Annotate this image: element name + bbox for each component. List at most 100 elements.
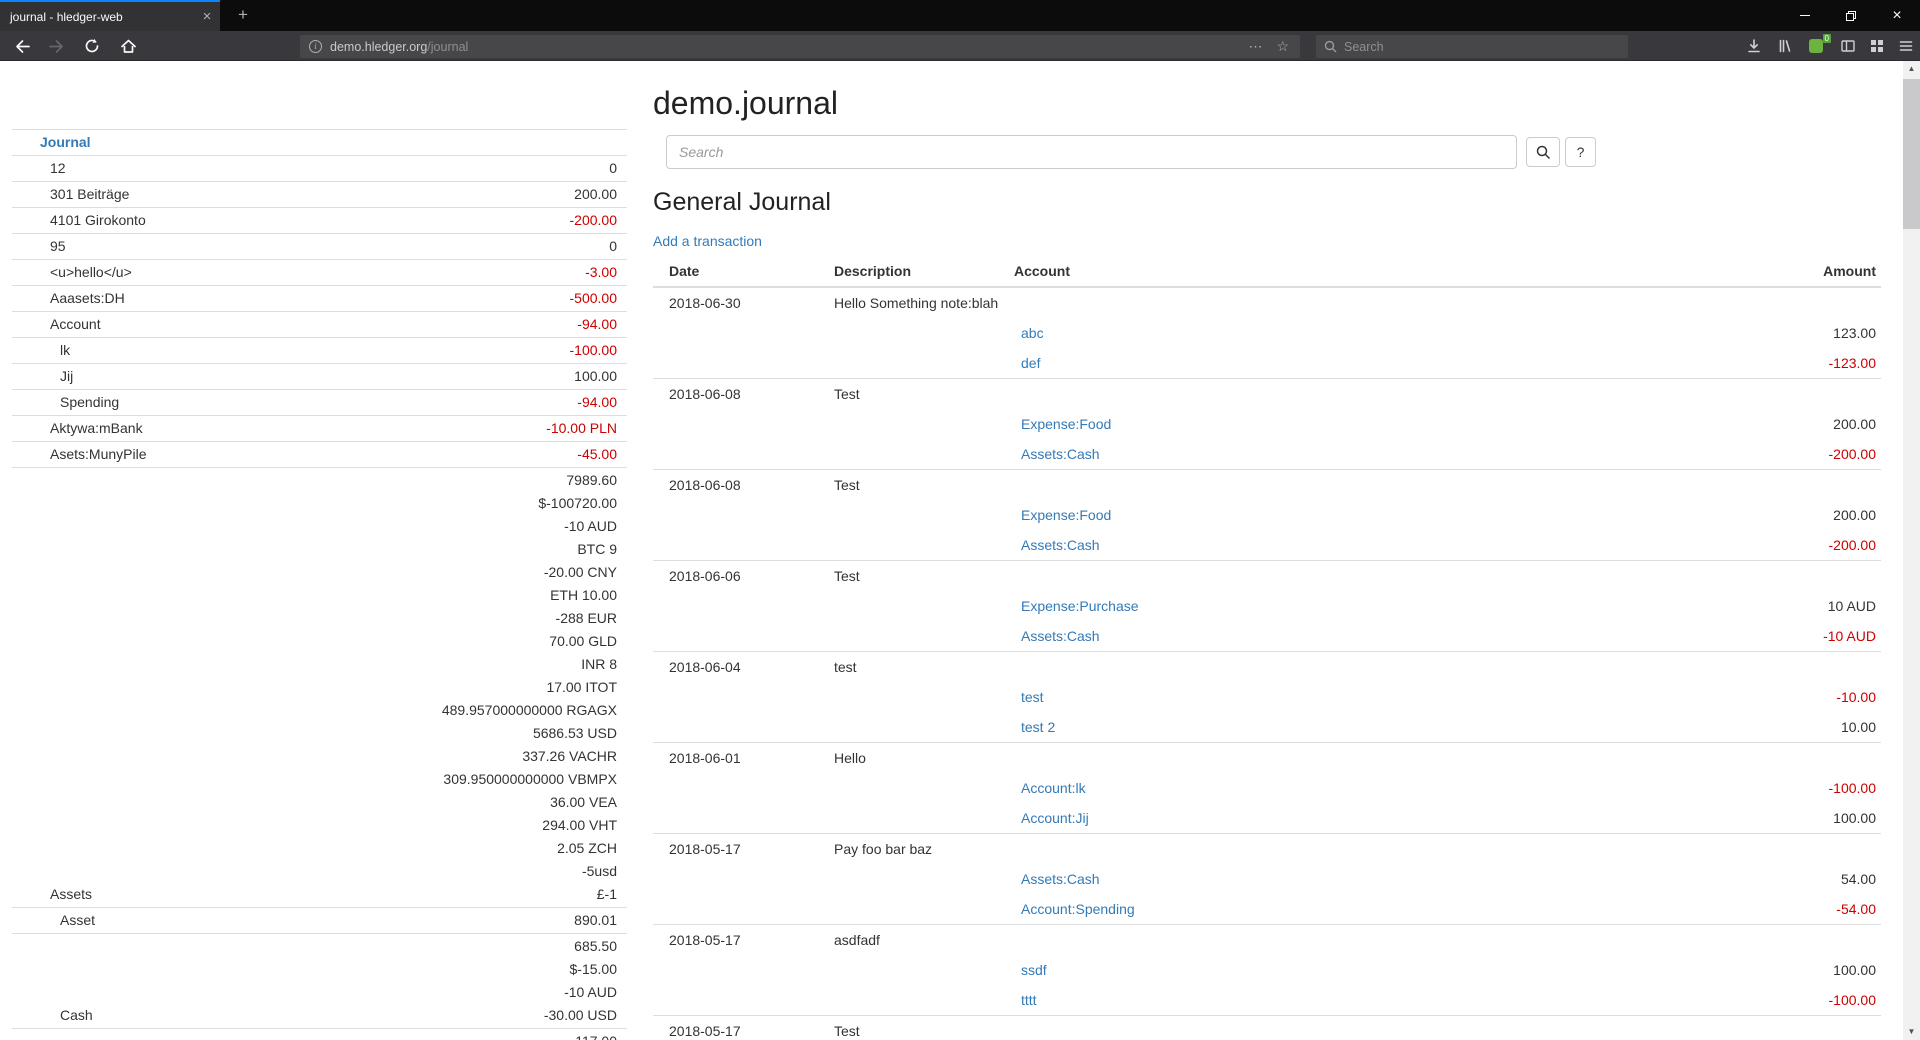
balance-amount: 70.00 GLD <box>271 630 617 653</box>
scrollbar-thumb[interactable] <box>1903 79 1920 229</box>
posting-account-link[interactable]: tttt <box>1021 992 1037 1008</box>
empty-cell <box>1014 651 1454 682</box>
sidebar-account-name[interactable]: Aaasets:DH <box>12 286 271 312</box>
posting-account-link[interactable]: Expense:Purchase <box>1021 598 1139 614</box>
apps-grid-button[interactable] <box>1863 34 1891 58</box>
posting-account-link[interactable]: Account:Spending <box>1021 901 1135 917</box>
reload-icon <box>84 38 100 54</box>
page-actions-icon[interactable]: ⋯ <box>1241 38 1269 55</box>
url-bar[interactable]: i demo.hledger.org/journal ⋯ ☆ <box>300 35 1300 58</box>
window-restore-button[interactable] <box>1828 0 1874 31</box>
search-help-button[interactable]: ? <box>1565 137 1596 167</box>
balance-amount: 0 <box>271 157 617 180</box>
transaction-row[interactable]: 2018-06-30 Hello Something note:blah <box>653 287 1881 318</box>
posting-row: test -10.00 <box>653 682 1881 712</box>
browser-search-bar[interactable]: Search <box>1316 35 1628 58</box>
sidebar-account-row: Asset 890.01 <box>12 908 627 934</box>
sidebar-account-name[interactable]: 12 <box>12 156 271 182</box>
transaction-row[interactable]: 2018-06-06 Test <box>653 560 1881 591</box>
posting-account-link[interactable]: Assets:Cash <box>1021 537 1100 553</box>
reload-button[interactable] <box>78 34 106 58</box>
sidebar-account-name[interactable]: Cash <box>12 934 271 1029</box>
menu-button[interactable] <box>1892 34 1920 58</box>
posting-row: Expense:Food 200.00 <box>653 500 1881 530</box>
transaction-row[interactable]: 2018-05-17 Test <box>653 1015 1881 1040</box>
scroll-down-arrow[interactable]: ▼ <box>1903 1024 1920 1040</box>
balance-amount: -20.00 CNY <box>271 561 617 584</box>
posting-account-link[interactable]: Expense:Food <box>1021 416 1111 432</box>
empty-cell <box>653 409 834 439</box>
empty-cell <box>653 318 834 348</box>
balance-amount: -500.00 <box>271 287 617 310</box>
tab-close-icon[interactable]: × <box>194 8 220 25</box>
transaction-date: 2018-05-17 <box>653 924 834 955</box>
balance-amount: -94.00 <box>271 313 617 336</box>
empty-cell <box>1014 1015 1454 1040</box>
journal-search-button[interactable] <box>1526 137 1560 167</box>
posting-account-link[interactable]: Assets:Cash <box>1021 871 1100 887</box>
posting-account-link[interactable]: Account:lk <box>1021 780 1086 796</box>
sidebar-account-name[interactable]: Spending <box>12 390 271 416</box>
empty-cell <box>834 621 1014 652</box>
window-minimize-button[interactable] <box>1782 0 1828 31</box>
posting-row: abc 123.00 <box>653 318 1881 348</box>
transaction-row[interactable]: 2018-06-08 Test <box>653 378 1881 409</box>
posting-account-link[interactable]: Account:Jij <box>1021 810 1089 826</box>
posting-account-link[interactable]: def <box>1021 355 1040 371</box>
add-transaction-link[interactable]: Add a transaction <box>653 231 762 251</box>
balance-amount: INR 8 <box>271 653 617 676</box>
posting-amount: 123.00 <box>1454 318 1881 348</box>
sidebar-account-row: 4101 Girokonto -200.00 <box>12 208 627 234</box>
scroll-up-arrow[interactable]: ▲ <box>1903 61 1920 77</box>
posting-account-link[interactable]: abc <box>1021 325 1044 341</box>
journal-search-input[interactable] <box>666 135 1517 169</box>
col-amount: Amount <box>1454 256 1881 287</box>
library-button[interactable] <box>1771 34 1799 58</box>
posting-account-link[interactable]: test <box>1021 689 1044 705</box>
sidebar-account-name[interactable]: lk <box>12 338 271 364</box>
journal-search-form: ? <box>666 135 1881 169</box>
empty-cell <box>834 712 1014 743</box>
sidebar-account-name[interactable]: Asset <box>12 908 271 934</box>
transaction-date: 2018-06-30 <box>653 287 834 318</box>
posting-account-link[interactable]: Expense:Food <box>1021 507 1111 523</box>
page-scrollbar[interactable]: ▲ ▼ <box>1903 61 1920 1040</box>
transaction-row[interactable]: 2018-06-01 Hello <box>653 742 1881 773</box>
sidebar-account-name[interactable]: Jij <box>12 364 271 390</box>
sidebar-account-name[interactable]: 95 <box>12 234 271 260</box>
extension-button[interactable]: 0 <box>1803 34 1831 58</box>
posting-account-link[interactable]: test 2 <box>1021 719 1055 735</box>
transaction-row[interactable]: 2018-05-17 Pay foo bar baz <box>653 833 1881 864</box>
window-close-button[interactable]: × <box>1874 0 1920 31</box>
sidebar-account-name[interactable] <box>12 1029 271 1040</box>
empty-cell <box>834 864 1014 894</box>
sidebar-account-name[interactable]: Assets <box>12 468 271 908</box>
sidebar-account-name[interactable]: 4101 Girokonto <box>12 208 271 234</box>
posting-account-link[interactable]: ssdf <box>1021 962 1047 978</box>
back-button[interactable] <box>8 34 36 58</box>
site-info-icon[interactable]: i <box>309 40 322 53</box>
sidebar-account-row: Aktywa:mBank -10.00 PLN <box>12 416 627 442</box>
home-button[interactable] <box>114 34 142 58</box>
empty-cell <box>1014 378 1454 409</box>
new-tab-button[interactable]: + <box>228 0 258 31</box>
sidebar-journal-link[interactable]: Journal <box>12 130 627 156</box>
browser-tab[interactable]: journal - hledger-web × <box>0 0 220 31</box>
posting-account-link[interactable]: Assets:Cash <box>1021 628 1100 644</box>
sidebar-account-name[interactable]: 301 Beiträge <box>12 182 271 208</box>
sidebar-account-name[interactable]: Asets:MunyPile <box>12 442 271 468</box>
sidebar-account-name[interactable]: Account <box>12 312 271 338</box>
forward-button[interactable] <box>42 34 70 58</box>
sidebar-account-name[interactable]: Aktywa:mBank <box>12 416 271 442</box>
empty-cell <box>653 894 834 925</box>
sidebar-account-row: Account -94.00 <box>12 312 627 338</box>
sidebar-toggle-button[interactable] <box>1834 34 1862 58</box>
transaction-row[interactable]: 2018-06-04 test <box>653 651 1881 682</box>
transaction-row[interactable]: 2018-05-17 asdfadf <box>653 924 1881 955</box>
bookmark-star-icon[interactable]: ☆ <box>1269 38 1296 55</box>
posting-account-link[interactable]: Assets:Cash <box>1021 446 1100 462</box>
posting-amount: 10.00 <box>1454 712 1881 743</box>
sidebar-account-name[interactable]: <u>hello</u> <box>12 260 271 286</box>
downloads-button[interactable] <box>1740 34 1768 58</box>
transaction-row[interactable]: 2018-06-08 Test <box>653 469 1881 500</box>
